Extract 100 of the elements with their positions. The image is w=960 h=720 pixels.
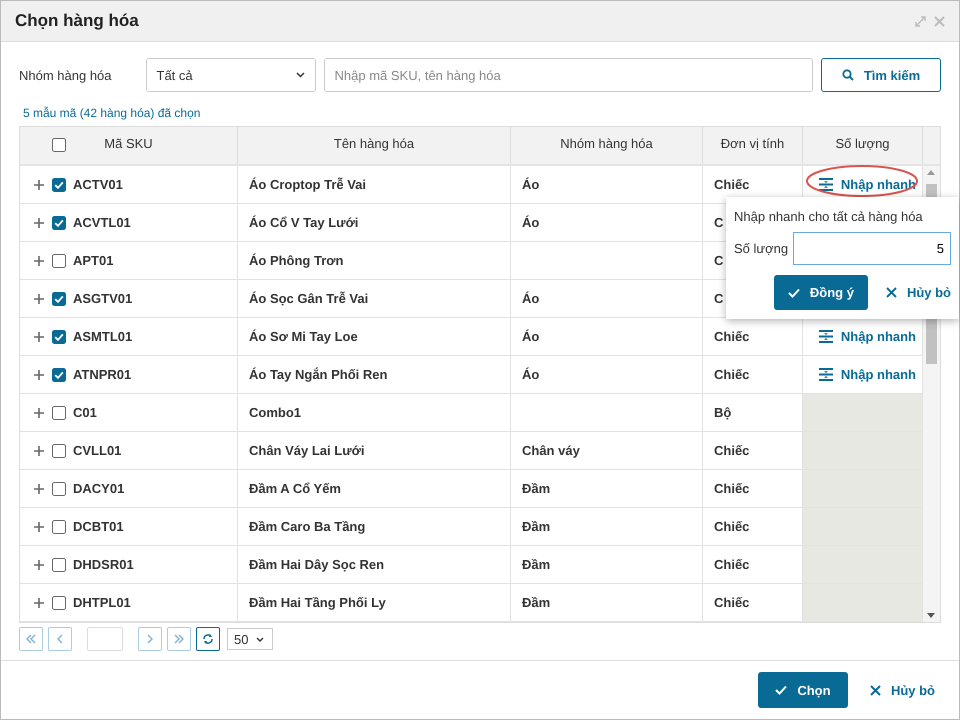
table-cell: Chân váy: [522, 443, 580, 458]
table-cell: C: [714, 253, 724, 268]
close-icon: [886, 287, 897, 298]
table-cell: ACVTL01: [73, 215, 131, 230]
checkbox[interactable]: [52, 596, 66, 610]
page-field[interactable]: [87, 627, 123, 651]
field-label: Số lượng: [734, 241, 788, 256]
column-header: Số lượng: [835, 136, 890, 151]
checkbox[interactable]: [52, 254, 66, 268]
filter-label: Nhóm hàng hóa: [19, 68, 112, 82]
expand-icon[interactable]: [34, 294, 44, 304]
cancel-button[interactable]: Hủy bỏ: [870, 682, 935, 698]
popup-title: Nhập nhanh cho tất cả hàng hóa: [734, 209, 924, 224]
table-cell: Đầm Caro Ba Tầng: [249, 519, 366, 534]
table-cell: DACY01: [73, 481, 124, 496]
double-left-icon: [25, 633, 37, 645]
checkbox[interactable]: [52, 216, 66, 230]
expand-icon[interactable]: [34, 180, 44, 190]
checkbox[interactable]: [52, 178, 66, 192]
check-icon: [788, 288, 800, 298]
table-cell: ASMTL01: [73, 329, 132, 344]
table-cell: CVLL01: [73, 443, 122, 458]
table-cell: APT01: [73, 253, 114, 268]
down-arrow-icon[interactable]: [927, 613, 935, 618]
table-cell: Chiếc: [714, 595, 750, 610]
table-cell: Đầm: [522, 519, 550, 534]
page-size-dropdown[interactable]: 50: [227, 628, 273, 650]
table-cell: Áo Sơ Mi Tay Loe: [249, 329, 358, 344]
search-icon: [842, 69, 854, 81]
refresh-button[interactable]: [196, 627, 220, 651]
table-cell: Chiếc: [714, 177, 750, 192]
align-lines-icon: [818, 368, 833, 381]
table-cell: Áo Croptop Trễ Vai: [249, 177, 366, 192]
table-cell: Chiếc: [714, 329, 750, 344]
checkbox[interactable]: [52, 292, 66, 306]
table-cell: ASGTV01: [73, 291, 132, 306]
quantity-field[interactable]: 5: [793, 232, 951, 265]
expand-icon[interactable]: [34, 560, 44, 570]
table-cell: Chiếc: [714, 557, 750, 572]
column-header: Mã SKU: [104, 136, 153, 151]
table-cell: DHDSR01: [73, 557, 134, 572]
quick-entry-button[interactable]: Nhập nhanh: [818, 329, 916, 344]
expand-icon[interactable]: [34, 484, 44, 494]
table-cell: Áo: [522, 329, 540, 344]
table-cell: Combo1: [249, 405, 301, 420]
table-cell: Đầm Hai Dây Sọc Ren: [249, 557, 384, 572]
choose-button[interactable]: Chọn: [758, 672, 848, 708]
align-lines-icon: [818, 330, 833, 343]
checkbox[interactable]: [52, 482, 66, 496]
table-cell: Áo: [522, 367, 540, 382]
selection-summary: 5 mẫu mã (42 hàng hóa) đã chọn: [23, 106, 200, 120]
table-cell: Đầm: [522, 557, 550, 572]
confirm-button[interactable]: Đồng ý: [774, 275, 868, 310]
close-icon: [870, 684, 881, 696]
table-cell: Đầm Hai Tầng Phối Ly: [249, 595, 386, 610]
search-field[interactable]: Nhập mã SKU, tên hàng hóa: [324, 58, 813, 92]
expand-icon[interactable]: [34, 218, 44, 228]
expand-icon[interactable]: [34, 522, 44, 532]
double-right-icon: [173, 633, 185, 645]
checkbox[interactable]: [52, 406, 66, 420]
table-cell: Đầm A Cổ Yếm: [249, 481, 341, 496]
table-cell: Áo: [522, 215, 540, 230]
table-cell: ACTV01: [73, 177, 123, 192]
checkbox[interactable]: [52, 368, 66, 382]
expand-icon[interactable]: [34, 256, 44, 266]
expand-icon[interactable]: [34, 370, 44, 380]
table-cell: Chiếc: [714, 481, 750, 496]
quick-entry-button[interactable]: Nhập nhanh: [818, 367, 916, 382]
search-button[interactable]: Tìm kiếm: [821, 58, 941, 92]
table-cell: Đầm: [522, 595, 550, 610]
column-header: Đơn vị tính: [720, 136, 784, 151]
checkbox[interactable]: [52, 558, 66, 572]
table-cell: Bộ: [714, 405, 732, 420]
table-cell: C: [714, 291, 724, 306]
expand-icon[interactable]: [34, 408, 44, 418]
table-cell: Áo Sọc Gân Trễ Vai: [249, 291, 368, 306]
checkbox[interactable]: [52, 444, 66, 458]
table-cell: Áo: [522, 291, 540, 306]
table-cell: Áo Tay Ngắn Phối Ren: [249, 367, 388, 382]
cancel-button[interactable]: Hủy bỏ: [886, 285, 951, 300]
checkbox[interactable]: [52, 138, 66, 152]
up-arrow-icon[interactable]: [927, 170, 935, 175]
checkbox[interactable]: [52, 520, 66, 534]
table-cell: Chiếc: [714, 519, 750, 534]
column-header: Tên hàng hóa: [334, 136, 414, 151]
table-cell: ATNPR01: [73, 367, 132, 382]
refresh-icon: [202, 633, 214, 645]
expand-icon[interactable]: [34, 598, 44, 608]
window-title: Chọn hàng hóa: [15, 11, 139, 31]
expand-icon[interactable]: [34, 446, 44, 456]
table-cell: Áo: [522, 177, 540, 192]
table-cell: Đầm: [522, 481, 550, 496]
group-dropdown[interactable]: Tất cả: [146, 58, 316, 92]
table-cell: DCBT01: [73, 519, 124, 534]
table-cell: Áo Cổ V Tay Lưới: [249, 215, 358, 230]
table-cell: Chiếc: [714, 443, 750, 458]
checkbox[interactable]: [52, 330, 66, 344]
table-cell: C01: [73, 405, 97, 420]
table-cell: DHTPL01: [73, 595, 131, 610]
expand-icon[interactable]: [34, 332, 44, 342]
